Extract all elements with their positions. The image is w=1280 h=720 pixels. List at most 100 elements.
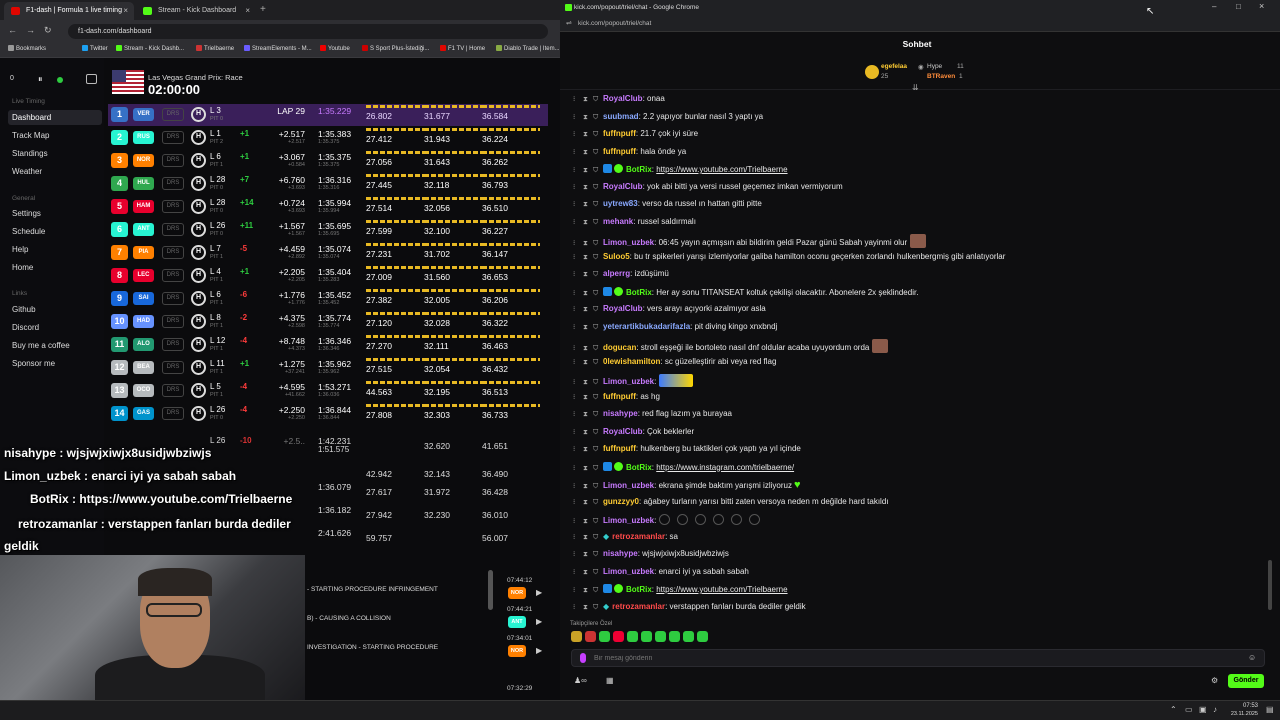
- chat-message[interactable]: ⁝ ⧗ ⛉ BotRix: https://www.instagram.com/tri…: [573, 461, 794, 473]
- chat-message[interactable]: ⁝ ⧗ ⛉ BotRix: https://www.youtube.com/Triel…: [573, 164, 788, 175]
- chat-username[interactable]: nisahype: [603, 409, 638, 418]
- timeout-icon[interactable]: ⧗: [583, 345, 590, 353]
- tray-display-icon[interactable]: ▣: [1199, 705, 1207, 714]
- pin-icon[interactable]: ⁝: [573, 239, 580, 247]
- chat-username[interactable]: retrozamanlar: [612, 602, 665, 611]
- bookmark-item[interactable]: S Sport Plus-İstediği...: [362, 45, 429, 52]
- chat-username[interactable]: Limon_uzbek: [603, 481, 654, 490]
- timing-row[interactable]: 10 HAD DRS H L 8 PIT 1 -2 +4.375 +2.598 1:35.774 1…: [108, 311, 548, 333]
- shield-icon[interactable]: ⛉: [593, 96, 600, 104]
- chat-username[interactable]: Limon_uzbek: [603, 238, 654, 247]
- shield-icon[interactable]: ⛉: [593, 534, 600, 542]
- pin-icon[interactable]: ⁝: [573, 550, 580, 558]
- timeout-icon[interactable]: ⧗: [583, 465, 590, 473]
- pinned-user[interactable]: egefelaa: [881, 63, 907, 70]
- pin-icon[interactable]: ⁝: [573, 568, 580, 576]
- reload-icon[interactable]: ↻: [44, 25, 52, 36]
- timeout-icon[interactable]: ⧗: [583, 254, 590, 262]
- timing-row[interactable]: 14 GAS DRS H L 26 PIT 0 -4 +2.250 +2.250 1:36.844…: [108, 403, 548, 425]
- chat-username[interactable]: RoyalClub: [603, 304, 643, 313]
- chat-input-box[interactable]: ☺: [571, 649, 1265, 667]
- timeout-icon[interactable]: ⧗: [583, 569, 590, 577]
- chat-message[interactable]: ⁝ ⧗ ⛉ RoyalClub: Çok beklerler: [573, 427, 694, 437]
- sidebar-item-help[interactable]: Help: [8, 242, 102, 257]
- timeout-icon[interactable]: ⧗: [583, 379, 590, 387]
- sidebar-item-dashboard[interactable]: Dashboard: [8, 110, 102, 125]
- shield-icon[interactable]: ⛉: [593, 465, 600, 473]
- shield-icon[interactable]: ⛉: [593, 345, 600, 353]
- timeout-icon[interactable]: ⧗: [583, 271, 590, 279]
- chat-message[interactable]: ⁝ ⧗ ⛉ 0lewishamilton: sc güzelleştirir abi …: [573, 357, 776, 367]
- pin-icon[interactable]: ⁝: [573, 289, 580, 297]
- chat-message[interactable]: ⁝ ⧗ ⛉ uytrew83: verso da russel ın hattan g…: [573, 199, 762, 209]
- timing-row[interactable]: 6 ANT DRS H L 26 PIT 0 +11 +1.567 +1.567 1:35.695…: [108, 219, 548, 241]
- timeout-icon[interactable]: ⧗: [583, 359, 590, 367]
- timeout-icon[interactable]: ⧗: [583, 394, 590, 402]
- chat-username[interactable]: fuffnpuff: [603, 147, 636, 156]
- tab-f1-dash[interactable]: F1-dash | Formula 1 live timing ×: [4, 2, 134, 20]
- play-icon[interactable]: ▶: [536, 617, 542, 626]
- timing-row[interactable]: 2 RUS DRS H L 1 PIT 2 +1 +2.517 +2.517 1:35.383 1:…: [108, 127, 548, 149]
- sidebar-item-github[interactable]: Github: [8, 302, 102, 317]
- emote-icon[interactable]: [571, 631, 582, 642]
- timeout-icon[interactable]: ⧗: [583, 219, 590, 227]
- chat-username[interactable]: RoyalClub: [603, 94, 643, 103]
- timing-row[interactable]: 5 HAM DRS H L 28 PIT 0 +14 +0.724 +3.693 1:35.994…: [108, 196, 548, 218]
- timing-row[interactable]: 9 SAI DRS H L 6 PIT 1 -6 +1.776 +1.776 1:35.452 1:…: [108, 288, 548, 310]
- emote-icon[interactable]: [627, 631, 638, 642]
- shield-icon[interactable]: ⛉: [593, 394, 600, 402]
- chat-message[interactable]: ⁝ ⧗ ⛉ nisahype: wjsjwjxiwjx8usidjwbziwjs: [573, 549, 729, 559]
- pin-icon[interactable]: ⁝: [573, 378, 580, 386]
- pin-icon[interactable]: ⁝: [573, 603, 580, 611]
- chat-message[interactable]: ⁝ ⧗ ⛉ Suloo5: bu tr spikerleri yarışı izlem…: [573, 252, 1005, 262]
- timeout-icon[interactable]: ⧗: [583, 114, 590, 122]
- timeout-icon[interactable]: ⧗: [583, 96, 590, 104]
- emote-icon[interactable]: [697, 631, 708, 642]
- chat-message[interactable]: ⁝ ⧗ ⛉ ◆ retrozamanlar: verstappen fanları bu…: [573, 602, 806, 612]
- shield-icon[interactable]: ⛉: [593, 359, 600, 367]
- pin-icon[interactable]: ⁝: [573, 323, 580, 331]
- close-tab-icon[interactable]: ×: [123, 6, 128, 15]
- sidebar-item-track-map[interactable]: Track Map: [8, 128, 102, 143]
- timing-row[interactable]: 4 HUL DRS H L 28 PIT 0 +7 +6.760 +3.693 1:36.316 1…: [108, 173, 548, 195]
- chat-username[interactable]: Limon_uzbek: [603, 516, 654, 525]
- chat-message[interactable]: ⁝ ⧗ ⛉ Limon_uzbek:: [573, 374, 693, 387]
- shield-icon[interactable]: ⛉: [593, 240, 600, 248]
- play-icon[interactable]: ▶: [536, 588, 542, 597]
- pin-icon[interactable]: ⁝: [573, 533, 580, 541]
- timeout-icon[interactable]: ⧗: [583, 551, 590, 559]
- emoji-icon[interactable]: ☺: [1248, 653, 1256, 662]
- emote-icon[interactable]: [613, 631, 624, 642]
- timing-row[interactable]: 7 PIA DRS H L 7 PIT 1 -5 +4.459 +2.892 1:35.074 1:…: [108, 242, 548, 264]
- emote-icon[interactable]: [641, 631, 652, 642]
- tray-chevron-icon[interactable]: ⌃: [1170, 705, 1177, 714]
- emote-icon[interactable]: [683, 631, 694, 642]
- shield-icon[interactable]: ⛉: [593, 271, 600, 279]
- pin-icon[interactable]: ⁝: [573, 358, 580, 366]
- chat-settings-icon[interactable]: ⚙: [1211, 676, 1218, 685]
- chat-username[interactable]: alperrg: [603, 269, 630, 278]
- chat-username[interactable]: BotRix: [626, 288, 652, 297]
- chat-url[interactable]: kick.com/popout/triel/chat: [578, 20, 651, 27]
- chat-message[interactable]: ⁝ ⧗ ⛉ alperrg: izdüşümü: [573, 269, 669, 279]
- timeout-icon[interactable]: ⧗: [583, 131, 590, 139]
- chat-username[interactable]: nisahype: [603, 549, 638, 558]
- chat-username[interactable]: RoyalClub: [603, 427, 643, 436]
- sidebar-item-settings[interactable]: Settings: [8, 206, 102, 221]
- shield-icon[interactable]: ⛉: [593, 306, 600, 314]
- timeout-icon[interactable]: ⧗: [583, 446, 590, 454]
- emote-icon[interactable]: [655, 631, 666, 642]
- chat-message[interactable]: ⁝ ⧗ ⛉ gunzzyy0: ağabey turların yarısı bitt…: [573, 497, 889, 507]
- pin-icon[interactable]: ⁝: [573, 130, 580, 138]
- close-window-icon[interactable]: ×: [1259, 1, 1264, 11]
- pin-icon[interactable]: ⁝: [573, 183, 580, 191]
- chat-input[interactable]: [594, 652, 1234, 665]
- timeout-icon[interactable]: ⧗: [583, 411, 590, 419]
- timeout-icon[interactable]: ⧗: [583, 290, 590, 298]
- timeout-icon[interactable]: ⧗: [583, 167, 590, 175]
- settings-people-icon[interactable]: ♟∞: [574, 676, 587, 685]
- chat-username[interactable]: yeterartikbukadarifazla: [603, 322, 690, 331]
- pin-icon[interactable]: ⁝: [573, 148, 580, 156]
- shield-icon[interactable]: ⛉: [593, 518, 600, 526]
- chat-username[interactable]: gunzzyy0: [603, 497, 639, 506]
